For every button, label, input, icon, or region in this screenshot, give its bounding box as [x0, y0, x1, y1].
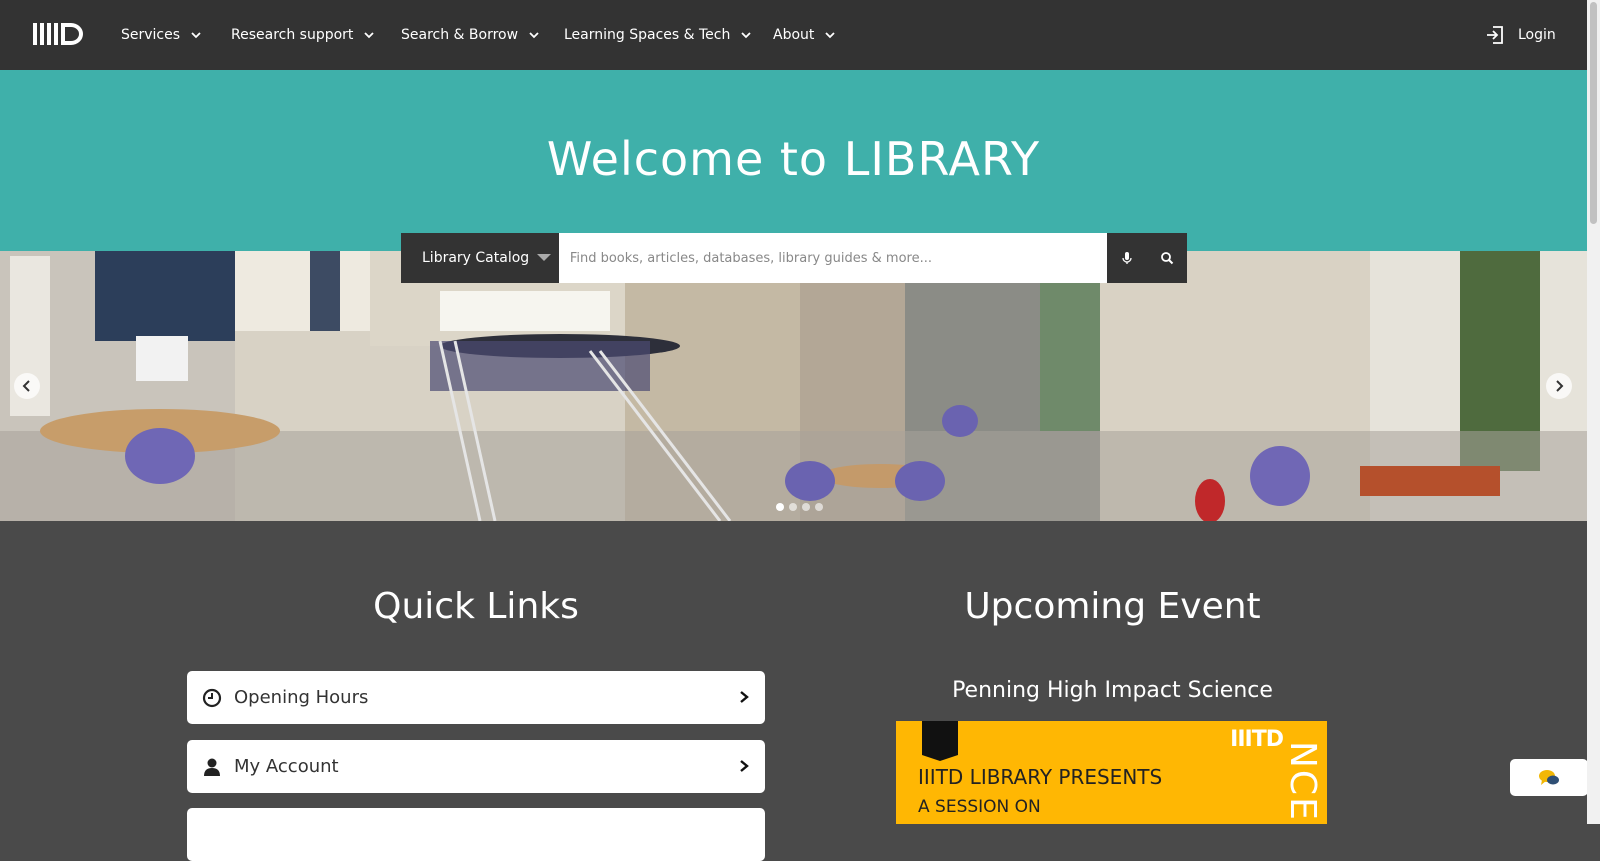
nav-search-borrow-label: Search & Borrow	[401, 27, 519, 43]
dropdown-triangle-icon	[536, 254, 551, 261]
microphone-icon	[1122, 252, 1132, 264]
nav-services-label: Services	[121, 27, 181, 43]
poster-side-text: NCE	[1282, 741, 1323, 822]
title-emphasis: LIBRARY	[843, 132, 1041, 186]
carousel-dots	[776, 503, 823, 511]
clock-icon	[202, 688, 222, 708]
chevron-down-icon	[191, 32, 201, 39]
voice-search-button[interactable]	[1107, 233, 1148, 283]
poster-line-1: IIITD LIBRARY PRESENTS	[918, 765, 1163, 789]
page-title: Welcome to LIBRARY	[0, 132, 1587, 186]
chevron-down-icon	[529, 32, 539, 39]
chevron-down-icon	[825, 32, 836, 39]
top-navbar: Services Research support Search & Borro…	[0, 0, 1587, 70]
chat-bubbles-icon	[1539, 769, 1559, 785]
poster-line-2: A SESSION ON	[918, 797, 1041, 817]
carousel-dot[interactable]	[815, 503, 823, 511]
nav-about[interactable]: About	[773, 0, 836, 70]
quick-link-my-account[interactable]: My Account	[187, 740, 765, 793]
poster-logo: IIITD	[1230, 727, 1284, 752]
login-icon	[1487, 26, 1503, 44]
chevron-right-icon	[740, 760, 749, 772]
quick-link-third[interactable]	[187, 808, 765, 861]
chevron-down-icon	[741, 32, 751, 39]
search-bar: Library Catalog	[401, 233, 1187, 283]
search-button[interactable]	[1147, 233, 1187, 283]
event-poster[interactable]: IIITD IIITD LIBRARY PRESENTS A SESSION O…	[896, 721, 1327, 824]
carousel-dot[interactable]	[789, 503, 797, 511]
chevron-down-icon	[364, 32, 375, 39]
search-input[interactable]	[558, 233, 1108, 283]
chevron-right-icon	[740, 691, 749, 703]
search-scope-label: Library Catalog	[422, 250, 530, 266]
upcoming-event-heading: Upcoming Event	[964, 586, 1261, 627]
nav-learning-spaces[interactable]: Learning Spaces & Tech	[564, 0, 752, 70]
carousel-prev-button[interactable]	[14, 373, 40, 399]
quick-link-opening-hours[interactable]: Opening Hours	[187, 671, 765, 724]
carousel-dot[interactable]	[776, 503, 784, 511]
nav-research-support[interactable]: Research support	[231, 0, 375, 70]
image-carousel[interactable]	[0, 251, 1587, 521]
chevron-left-icon	[22, 380, 30, 392]
carousel-dot[interactable]	[802, 503, 810, 511]
quick-links-heading: Quick Links	[373, 586, 579, 627]
iiitd-logo[interactable]	[33, 21, 85, 47]
search-scope-select[interactable]: Library Catalog	[401, 233, 559, 283]
login-link[interactable]: Login	[1484, 0, 1556, 70]
quick-link-label: Opening Hours	[234, 687, 369, 708]
nav-search-borrow[interactable]: Search & Borrow	[401, 0, 540, 70]
carousel-next-button[interactable]	[1546, 373, 1572, 399]
library-interior-photo	[0, 251, 1587, 521]
login-label: Login	[1518, 27, 1556, 43]
chevron-right-icon	[1556, 380, 1564, 392]
user-icon	[204, 758, 220, 776]
search-icon	[1161, 252, 1174, 265]
nav-learning-spaces-label: Learning Spaces & Tech	[564, 27, 731, 43]
scrollbar-thumb[interactable]	[1590, 2, 1597, 224]
nav-services[interactable]: Services	[121, 0, 202, 70]
title-prefix: Welcome to	[546, 132, 844, 186]
event-name[interactable]: Penning High Impact Science	[840, 678, 1385, 703]
nav-about-label: About	[773, 27, 815, 43]
nav-research-support-label: Research support	[231, 27, 354, 43]
chat-widget-button[interactable]	[1510, 759, 1588, 796]
quick-link-label: My Account	[234, 756, 339, 777]
bookmark-tag-icon	[922, 721, 958, 761]
